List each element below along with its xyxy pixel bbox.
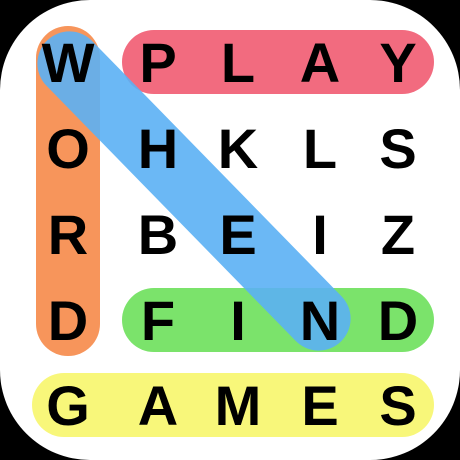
letter-cell-r2-c0[interactable]: R [48,203,88,266]
letter-cell-r1-c4[interactable]: S [379,117,416,180]
letter-cell-r4-c1[interactable]: A [138,374,178,437]
word-search-board: W P L A YO H K L SR B E I ZD F I N DG A M E S [32,26,434,437]
letter-cell-r4-c4[interactable]: S [379,374,416,437]
letter-cell-r1-c0[interactable]: O [46,117,90,180]
letter-cell-r2-c2[interactable]: E [219,203,256,266]
letter-cell-r3-c2[interactable]: I [230,289,246,352]
letter-cell-r0-c0[interactable]: W [42,31,95,94]
letter-cell-r4-c0[interactable]: G [46,374,90,437]
letter-cell-r3-c1[interactable]: F [141,289,175,352]
letter-cell-r3-c0[interactable]: D [48,289,88,352]
letter-cell-r2-c1[interactable]: B [138,203,178,266]
letter-cell-r1-c2[interactable]: K [218,117,258,180]
letter-cell-r0-c3[interactable]: A [300,31,340,94]
letter-cell-r3-c4[interactable]: D [378,289,418,352]
letter-cell-r1-c3[interactable]: L [303,117,337,180]
letter-cell-r0-c4[interactable]: Y [379,31,416,94]
app-icon: WPLAYOHKLSRBEIZDFINDGAMES [0,0,460,460]
letter-cell-r0-c1[interactable]: P [139,31,176,94]
letter-cell-r3-c3[interactable]: N [300,289,340,352]
letter-cell-r4-c3[interactable]: E [301,374,338,437]
letter-cell-r4-c2[interactable]: M [215,374,262,437]
letter-cell-r2-c4[interactable]: Z [381,203,415,266]
letter-cell-r2-c3[interactable]: I [312,203,328,266]
letter-cell-r1-c1[interactable]: H [138,117,178,180]
letter-cell-r0-c2[interactable]: L [221,31,255,94]
